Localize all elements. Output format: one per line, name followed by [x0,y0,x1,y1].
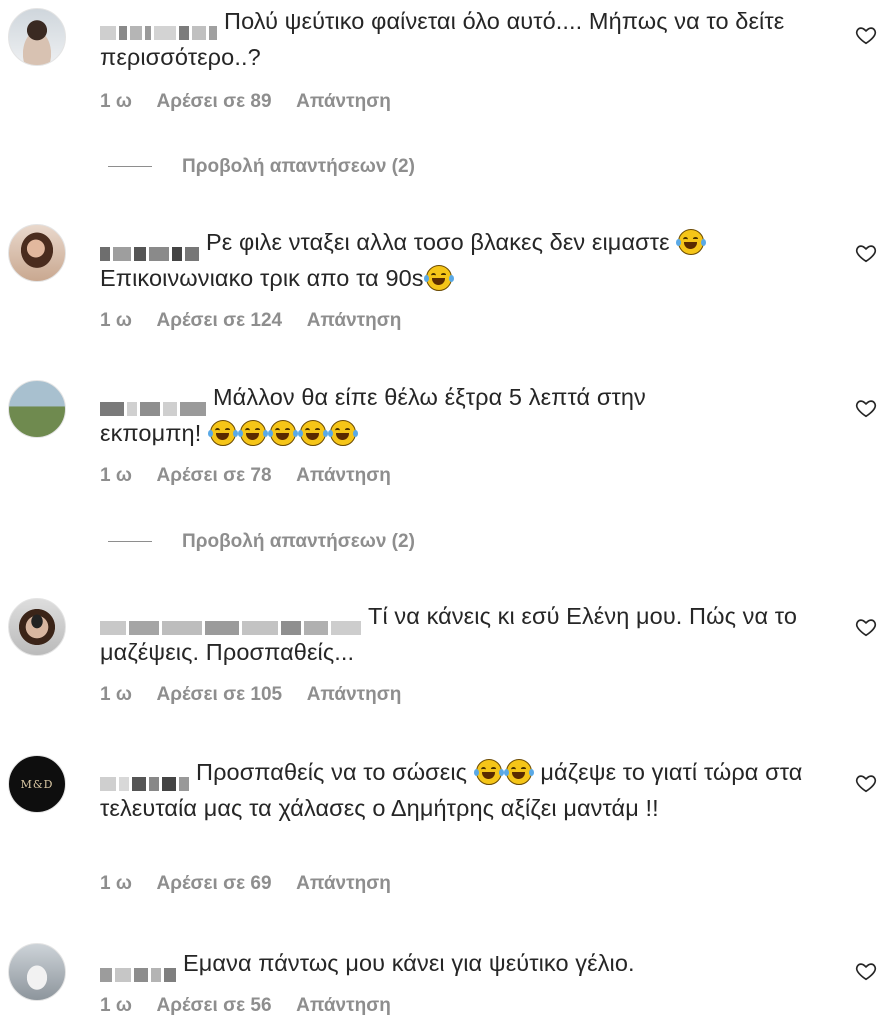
likes-count[interactable]: Αρέσει σε 124 [156,310,282,331]
heart-icon[interactable] [855,616,877,638]
username-redacted[interactable] [100,13,220,40]
avatar[interactable] [8,8,66,66]
avatar[interactable] [8,224,66,282]
username-redacted[interactable] [100,234,202,261]
comment-time: 1 ω [100,310,132,331]
comment-time: 1 ω [100,91,132,112]
username-redacted[interactable] [100,389,209,416]
comment-text: Μάλλον θα είπε θέλω έξτρα 5 λεπτά στην [213,384,646,410]
view-replies-button[interactable]: Προβολή απαντήσεων (2) [108,531,415,553]
comment-time: 1 ω [100,873,132,894]
divider-line [108,166,152,168]
likes-count[interactable]: Αρέσει σε 89 [156,91,271,112]
laughing-emoji [423,265,454,291]
avatar[interactable] [8,943,66,1001]
comment-time: 1 ω [100,465,132,486]
reply-button[interactable]: Απάντηση [307,310,402,331]
laughing-emoji [267,420,298,446]
avatar[interactable]: M&D [8,755,66,813]
laughing-emoji [473,759,504,785]
likes-count[interactable]: Αρέσει σε 56 [156,995,271,1016]
laughing-emoji [327,420,358,446]
username-redacted[interactable] [100,764,192,791]
divider-line [108,541,152,543]
avatar[interactable] [8,380,66,438]
avatar[interactable] [8,598,66,656]
heart-icon[interactable] [855,960,877,982]
heart-icon[interactable] [855,24,877,46]
likes-count[interactable]: Αρέσει σε 69 [156,873,271,894]
view-replies-label: Προβολή απαντήσεων (2) [182,156,415,177]
comment-text: Εμανα πάντως μου κάνει για ψεύτικο γέλιο… [183,950,635,976]
likes-count[interactable]: Αρέσει σε 105 [156,684,282,705]
username-redacted[interactable] [100,608,364,635]
laughing-emoji [207,420,238,446]
comment-time: 1 ω [100,995,132,1016]
heart-icon[interactable] [855,772,877,794]
comment-time: 1 ω [100,684,132,705]
view-replies-label: Προβολή απαντήσεων (2) [182,531,415,552]
avatar-logo-text: M&D [20,777,54,791]
laughing-emoji [237,420,268,446]
reply-button[interactable]: Απάντηση [296,91,391,112]
reply-button[interactable]: Απάντηση [307,684,402,705]
username-redacted[interactable] [100,955,179,982]
comment-text: Ρε φιλε νταξει αλλα τοσο βλακες δεν ειμα… [206,229,670,255]
laughing-emoji [676,229,707,255]
comment-text-continued: εκπομπη! [100,420,202,446]
heart-icon[interactable] [855,242,877,264]
reply-button[interactable]: Απάντηση [296,995,391,1016]
reply-button[interactable]: Απάντηση [296,465,391,486]
laughing-emoji [297,420,328,446]
comment-text-continued: Επικοινωνιακο τρικ απο τα 90s [100,265,424,291]
reply-button[interactable]: Απάντηση [296,873,391,894]
view-replies-button[interactable]: Προβολή απαντήσεων (2) [108,156,415,178]
laughing-emoji [503,759,534,785]
likes-count[interactable]: Αρέσει σε 78 [156,465,271,486]
heart-icon[interactable] [855,397,877,419]
comment-text: Προσπαθείς να το σώσεις [196,759,468,785]
